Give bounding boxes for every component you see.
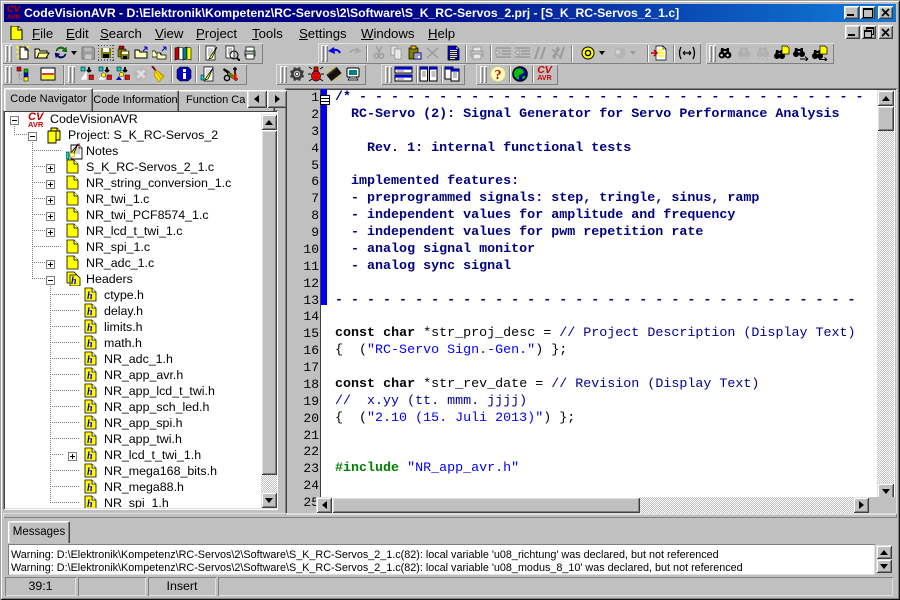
svg-text:h: h <box>87 371 93 382</box>
svg-text:h: h <box>87 435 93 446</box>
svg-text:h: h <box>87 355 93 366</box>
svg-text:h: h <box>87 467 93 478</box>
svg-text:h: h <box>87 451 93 462</box>
svg-text:h: h <box>87 307 93 318</box>
svg-text:h: h <box>87 499 93 508</box>
svg-text:h: h <box>87 387 93 398</box>
svg-text:h: h <box>87 483 93 494</box>
svg-text:h: h <box>87 323 93 334</box>
svg-text:h: h <box>87 419 93 430</box>
svg-text:h: h <box>87 291 93 302</box>
svg-text:h: h <box>87 339 93 350</box>
svg-text:?: ? <box>495 68 502 82</box>
svg-text:AVR: AVR <box>28 120 44 127</box>
svg-text:h: h <box>87 403 93 414</box>
svg-text:h: h <box>71 276 77 286</box>
